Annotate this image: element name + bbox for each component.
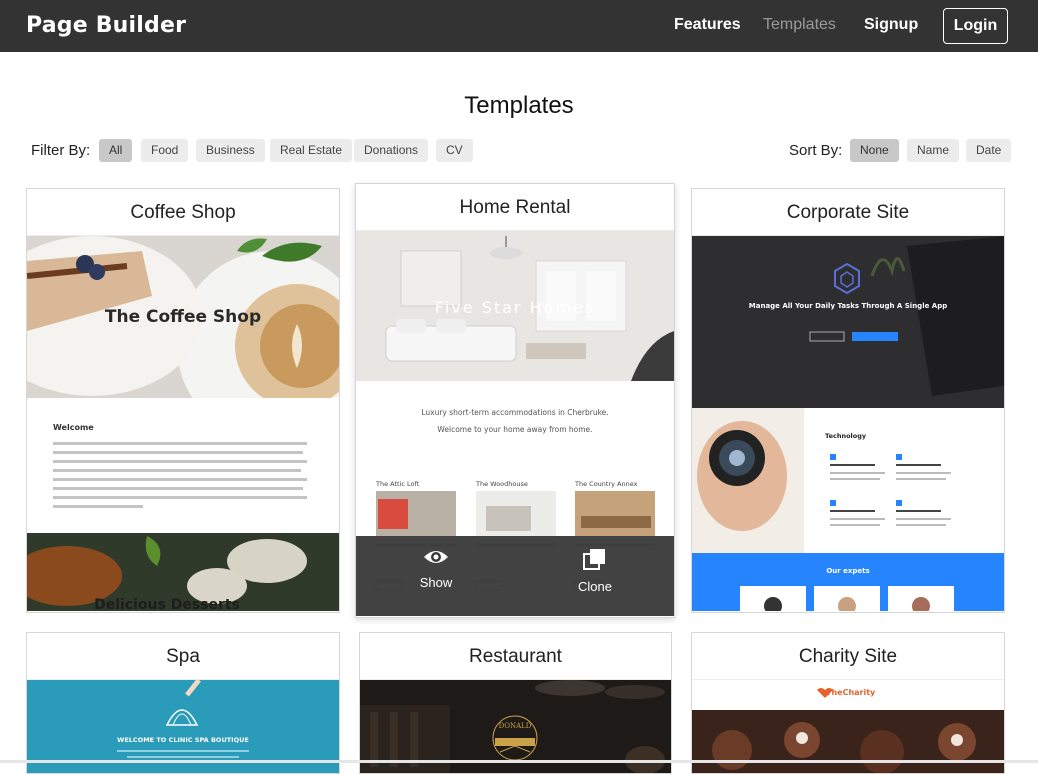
coffee-thumb-welcome: Welcome [53,423,94,432]
coffee-thumb-heading: The Coffee Shop [105,307,261,327]
card-title: Spa [27,633,339,680]
sort-chip-none[interactable]: None [850,139,899,162]
filter-chip-real-estate[interactable]: Real Estate [270,139,353,162]
nav-features-link[interactable]: Features [674,16,741,34]
filter-chip-food[interactable]: Food [141,139,189,162]
nav-templates-link[interactable]: Templates [763,16,836,34]
card-title: Home Rental [356,184,674,231]
spa-thumb-heading: WELCOME TO CLINIC SPA BOUTIQUE [117,736,249,744]
corporate-thumb-heading: Manage All Your Daily Tasks Through A Si… [749,302,947,310]
sort-chip-date[interactable]: Date [966,139,1012,162]
template-card-charity-site[interactable]: Charity Site TheCharity [691,632,1005,774]
home-listing-2: The Woodhouse [475,480,528,488]
filter-label: Filter By: [31,142,91,159]
filter-chip-all[interactable]: All [99,139,133,162]
home-thumb-heading: Five Star Homes [435,298,595,317]
brand-logo[interactable]: Page Builder [26,13,186,38]
corporate-thumb-experts: Our expets [826,567,869,575]
template-card-coffee-shop[interactable]: Coffee Shop The Coffee Shop Welcome Deli… [26,188,340,613]
filter-chip-cv[interactable]: CV [436,139,473,162]
sort-chip-name[interactable]: Name [907,139,960,162]
home-rental-thumbnail: Five Star Homes Luxury short-term accomm… [356,231,674,616]
show-button-label: Show [419,575,453,590]
card-title: Charity Site [692,633,1004,680]
home-thumb-tagline-1: Luxury short-term accommodations in Cher… [421,408,608,417]
eye-icon [424,551,448,563]
template-card-restaurant[interactable]: Restaurant DONALD [359,632,672,774]
nav-signup-link[interactable]: Signup [864,16,918,34]
coffee-thumb-footer: Delicious Desserts [94,597,240,611]
top-navbar: Page Builder Features Templates Signup L… [0,0,1038,52]
corporate-site-thumbnail: Manage All Your Daily Tasks Through A Si… [692,236,1004,611]
restaurant-thumb-logo: DONALD [499,722,532,730]
login-button[interactable]: Login [943,8,1008,44]
card-title: Coffee Shop [27,189,339,236]
sort-label: Sort By: [789,142,843,159]
coffee-shop-thumbnail: The Coffee Shop Welcome Delicious Desser… [27,236,339,611]
home-listing-1: The Attic Loft [375,480,420,488]
page-title: Templates [464,92,574,119]
template-card-spa[interactable]: Spa WELCOME TO CLINIC SPA BOUTIQUE [26,632,340,774]
corporate-thumb-section: Technology [825,432,867,440]
home-thumb-tagline-2: Welcome to your home away from home. [437,425,592,434]
filter-chip-business[interactable]: Business [196,139,265,162]
filter-chip-donations[interactable]: Donations [354,139,429,162]
card-title: Restaurant [360,633,671,680]
show-button[interactable]: Show [396,548,476,590]
home-listing-3: The Country Annex [574,480,638,488]
clone-button[interactable]: Clone [555,548,635,594]
charity-thumb-brand: TheCharity [826,688,876,697]
template-card-home-rental[interactable]: Home Rental Five Star Homes Luxury short… [355,183,675,618]
clone-icon [583,549,605,570]
card-title: Corporate Site [692,189,1004,236]
card-hover-overlay: Show Clone [356,536,674,616]
template-card-corporate-site[interactable]: Corporate Site Manage All Your Daily Tas… [691,188,1005,613]
clone-button-label: Clone [578,579,612,594]
